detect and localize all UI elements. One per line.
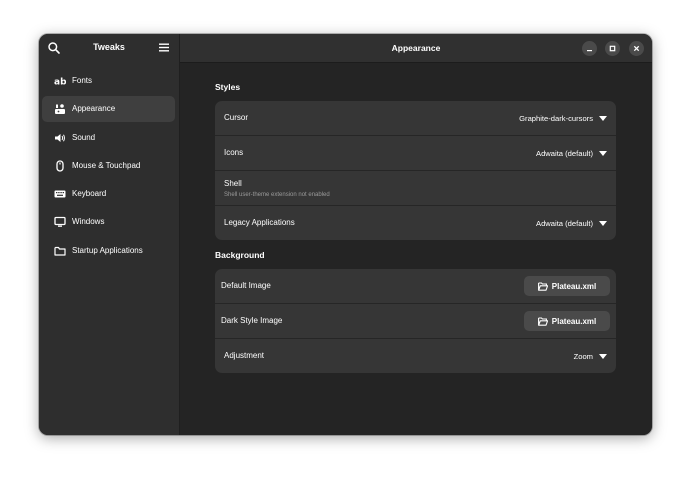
sidebar-item-label: Keyboard xyxy=(72,189,107,199)
open-folder-icon xyxy=(537,316,548,326)
dark-style-image-file-button[interactable]: Plateau.xml xyxy=(524,311,610,331)
legacy-applications-dropdown[interactable]: Adwaita (default) xyxy=(536,217,607,229)
adjustment-row: Adjustment Zoom xyxy=(215,339,616,373)
icons-label: Icons xyxy=(224,148,244,157)
chevron-down-icon xyxy=(599,115,607,121)
shell-row: Shell Shell user-theme extension not ena… xyxy=(215,171,616,206)
legacy-applications-value: Adwaita (default) xyxy=(536,218,593,228)
maximize-icon xyxy=(609,45,616,52)
sidebar-item-keyboard[interactable]: Keyboard xyxy=(42,181,175,207)
minimize-icon xyxy=(587,50,592,52)
sidebar-item-label: Sound xyxy=(72,132,96,142)
close-button[interactable] xyxy=(629,41,644,56)
icons-value: Adwaita (default) xyxy=(536,148,593,158)
shell-label: Shell xyxy=(224,179,242,188)
hamburger-menu-icon[interactable] xyxy=(159,43,169,52)
dark-style-image-filename: Plateau.xml xyxy=(551,316,597,326)
cursor-label: Cursor xyxy=(224,113,249,122)
sidebar-item-sound[interactable]: Sound xyxy=(42,125,175,151)
sidebar-item-label: Fonts xyxy=(72,76,93,85)
cursor-dropdown[interactable]: Graphite-dark-cursors xyxy=(519,112,607,124)
open-folder-icon xyxy=(537,281,548,291)
sidebar: Tweaks ab Fonts Appearance Sound Mouse &… xyxy=(39,34,180,435)
sidebar-item-mouse-touchpad[interactable]: Mouse & Touchpad xyxy=(42,153,175,179)
default-image-row: Default Image Plateau.xml xyxy=(215,269,616,304)
header-bar: Appearance xyxy=(180,34,652,63)
styles-card: Cursor Graphite-dark-cursors Icons Adwai… xyxy=(215,101,616,240)
chevron-down-icon xyxy=(599,150,607,156)
speaker-icon xyxy=(54,132,66,144)
sidebar-item-label: Startup Applications xyxy=(72,245,143,255)
default-image-file-button[interactable]: Plateau.xml xyxy=(524,276,610,296)
svg-text:ab: ab xyxy=(54,78,66,88)
sidebar-item-label: Appearance xyxy=(72,104,116,114)
sidebar-item-fonts[interactable]: ab Fonts xyxy=(42,68,175,94)
chevron-down-icon xyxy=(599,353,607,359)
dark-style-image-label: Dark Style Image xyxy=(221,316,283,325)
main-content: Appearance Styles Cursor Graphite-dark-c… xyxy=(180,34,652,435)
cursor-row: Cursor Graphite-dark-cursors xyxy=(215,101,616,136)
sidebar-header: Tweaks xyxy=(39,34,179,62)
close-icon xyxy=(633,45,640,52)
background-card: Default Image Plateau.xml Dark Style Ima… xyxy=(215,269,616,373)
folder-icon xyxy=(54,245,66,257)
default-image-label: Default Image xyxy=(221,281,271,290)
sidebar-item-appearance[interactable]: Appearance xyxy=(42,96,175,123)
dark-style-image-row: Dark Style Image Plateau.xml xyxy=(215,304,616,339)
sidebar-item-label: Mouse & Touchpad xyxy=(72,160,141,170)
minimize-button[interactable] xyxy=(582,41,597,56)
sidebar-item-windows[interactable]: Windows xyxy=(42,209,175,235)
mouse-icon xyxy=(54,160,66,172)
adjustment-value: Zoom xyxy=(573,351,593,361)
adjustment-label: Adjustment xyxy=(224,351,265,360)
maximize-button[interactable] xyxy=(605,41,620,56)
cursor-value: Graphite-dark-cursors xyxy=(519,113,593,123)
chevron-down-icon xyxy=(599,220,607,226)
sidebar-item-startup-applications[interactable]: Startup Applications xyxy=(42,238,175,264)
sidebar-nav: ab Fonts Appearance Sound Mouse & Touchp… xyxy=(42,68,175,266)
legacy-applications-label: Legacy Applications xyxy=(224,218,295,227)
keyboard-icon xyxy=(54,188,66,200)
tweaks-window: Tweaks ab Fonts Appearance Sound Mouse &… xyxy=(39,34,652,435)
appearance-icon xyxy=(54,103,66,115)
sidebar-item-label: Windows xyxy=(72,217,105,227)
legacy-applications-row: Legacy Applications Adwaita (default) xyxy=(215,206,616,240)
monitor-icon xyxy=(54,216,66,228)
styles-section-title: Styles xyxy=(215,82,241,92)
icons-row: Icons Adwaita (default) xyxy=(215,136,616,171)
font-ab-icon: ab xyxy=(54,75,66,88)
background-section-title: Background xyxy=(215,250,265,260)
adjustment-dropdown[interactable]: Zoom xyxy=(574,350,607,362)
shell-subtitle: Shell user-theme extension not enabled xyxy=(224,192,330,198)
default-image-filename: Plateau.xml xyxy=(551,281,597,291)
sidebar-title: Tweaks xyxy=(93,42,125,52)
icons-dropdown[interactable]: Adwaita (default) xyxy=(536,147,607,159)
